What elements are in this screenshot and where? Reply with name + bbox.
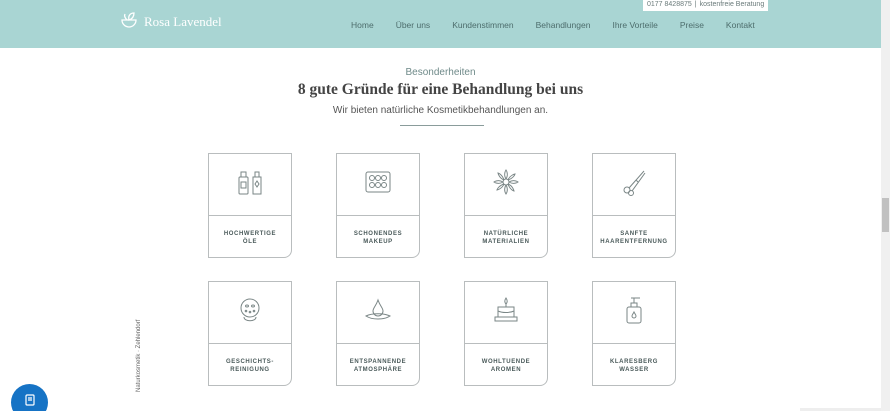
- nav-about[interactable]: Über uns: [385, 20, 442, 30]
- face-mask-icon: [234, 294, 266, 331]
- chat-button[interactable]: [11, 384, 48, 411]
- nav-benefits[interactable]: Ihre Vorteile: [601, 20, 668, 30]
- feature-card-atmosphere[interactable]: ENTSPANNENDE ATMOSPHÄRE: [336, 281, 420, 386]
- feature-card-aromas[interactable]: WOHLTUENDE AROMEN: [464, 281, 548, 386]
- brand-name: Rosa Lavendel: [144, 14, 222, 29]
- nav-contact[interactable]: Kontakt: [715, 20, 766, 30]
- card-label-line1: ENTSPANNENDE: [349, 359, 407, 365]
- card-label-line2: ÖLE: [242, 239, 258, 245]
- nav-home[interactable]: Home: [340, 20, 385, 30]
- section-divider: [400, 125, 484, 126]
- section-subtitle: Wir bieten natürliche Kosmetikbehandlung…: [332, 105, 549, 116]
- card-label-line1: SANFTE: [620, 231, 648, 237]
- makeup-palette-icon: [362, 166, 394, 203]
- card-label-line1: SCHONENDES: [353, 231, 403, 237]
- side-vertical-text: Naturkosmetik · Zehlendorf: [136, 319, 142, 392]
- feature-card-oils[interactable]: HOCHWERTIGE ÖLE: [208, 153, 292, 258]
- card-label-line1: KLARESBERG: [609, 359, 658, 365]
- flower-icon: [490, 166, 522, 203]
- card-label-line2: MATERIALIEN: [482, 239, 530, 245]
- card-label-line2: REINIGUNG: [230, 367, 270, 373]
- card-label-line2: WASSER: [619, 367, 649, 373]
- card-label-line1: NATÜRLICHE: [483, 231, 529, 237]
- feature-card-materials[interactable]: NATÜRLICHE MATERIALIEN: [464, 153, 548, 258]
- section-title: 8 gute Gründe für eine Behandlung bei un…: [297, 81, 584, 98]
- contact-strip: 0177 8428875 | kostenfreie Beratung: [643, 0, 769, 11]
- card-label-line1: GESCHICHTS-: [226, 359, 274, 365]
- feature-card-hair-removal[interactable]: SANFTE HAARENTFERNUNG: [592, 153, 676, 258]
- water-drop-icon: [362, 294, 394, 331]
- tweezers-icon: [618, 166, 650, 203]
- page-scrollbar[interactable]: [881, 0, 890, 411]
- contact-separator: |: [694, 1, 697, 8]
- card-label-line2: MAKEUP: [363, 239, 393, 245]
- feature-card-water[interactable]: KLARESBERG WASSER: [592, 281, 676, 386]
- scrollbar-thumb[interactable]: [882, 198, 889, 232]
- bottles-icon: [234, 166, 266, 203]
- feature-card-facial[interactable]: GESCHICHTS- REINIGUNG: [208, 281, 292, 386]
- brand-logo[interactable]: Rosa Lavendel: [120, 10, 222, 34]
- card-label-line2: AROMEN: [490, 367, 522, 373]
- chat-icon: [23, 393, 37, 411]
- phone-number[interactable]: 0177 8428875: [647, 1, 692, 10]
- card-label-line1: HOCHWERTIGE: [223, 231, 277, 237]
- leaf-bowl-icon: [120, 11, 138, 34]
- nav-testimonials[interactable]: Kundenstimmen: [441, 20, 524, 30]
- feature-card-makeup[interactable]: SCHONENDES MAKEUP: [336, 153, 420, 258]
- nav-treatments[interactable]: Behandlungen: [525, 20, 602, 30]
- site-header: Rosa Lavendel 0177 8428875 | kostenfreie…: [0, 0, 881, 48]
- card-label-line2: ATMOSPHÄRE: [353, 367, 403, 373]
- section-eyebrow: Besonderheiten: [405, 67, 476, 78]
- pump-bottle-icon: [618, 294, 650, 331]
- nav-prices[interactable]: Preise: [669, 20, 715, 30]
- candle-icon: [490, 294, 522, 331]
- card-label-line2: HAARENTFERNUNG: [600, 239, 668, 245]
- main-nav: Home Über uns Kundenstimmen Behandlungen…: [340, 20, 766, 30]
- card-label-line1: WOHLTUENDE: [481, 359, 531, 365]
- consultation-link[interactable]: kostenfreie Beratung: [700, 1, 765, 10]
